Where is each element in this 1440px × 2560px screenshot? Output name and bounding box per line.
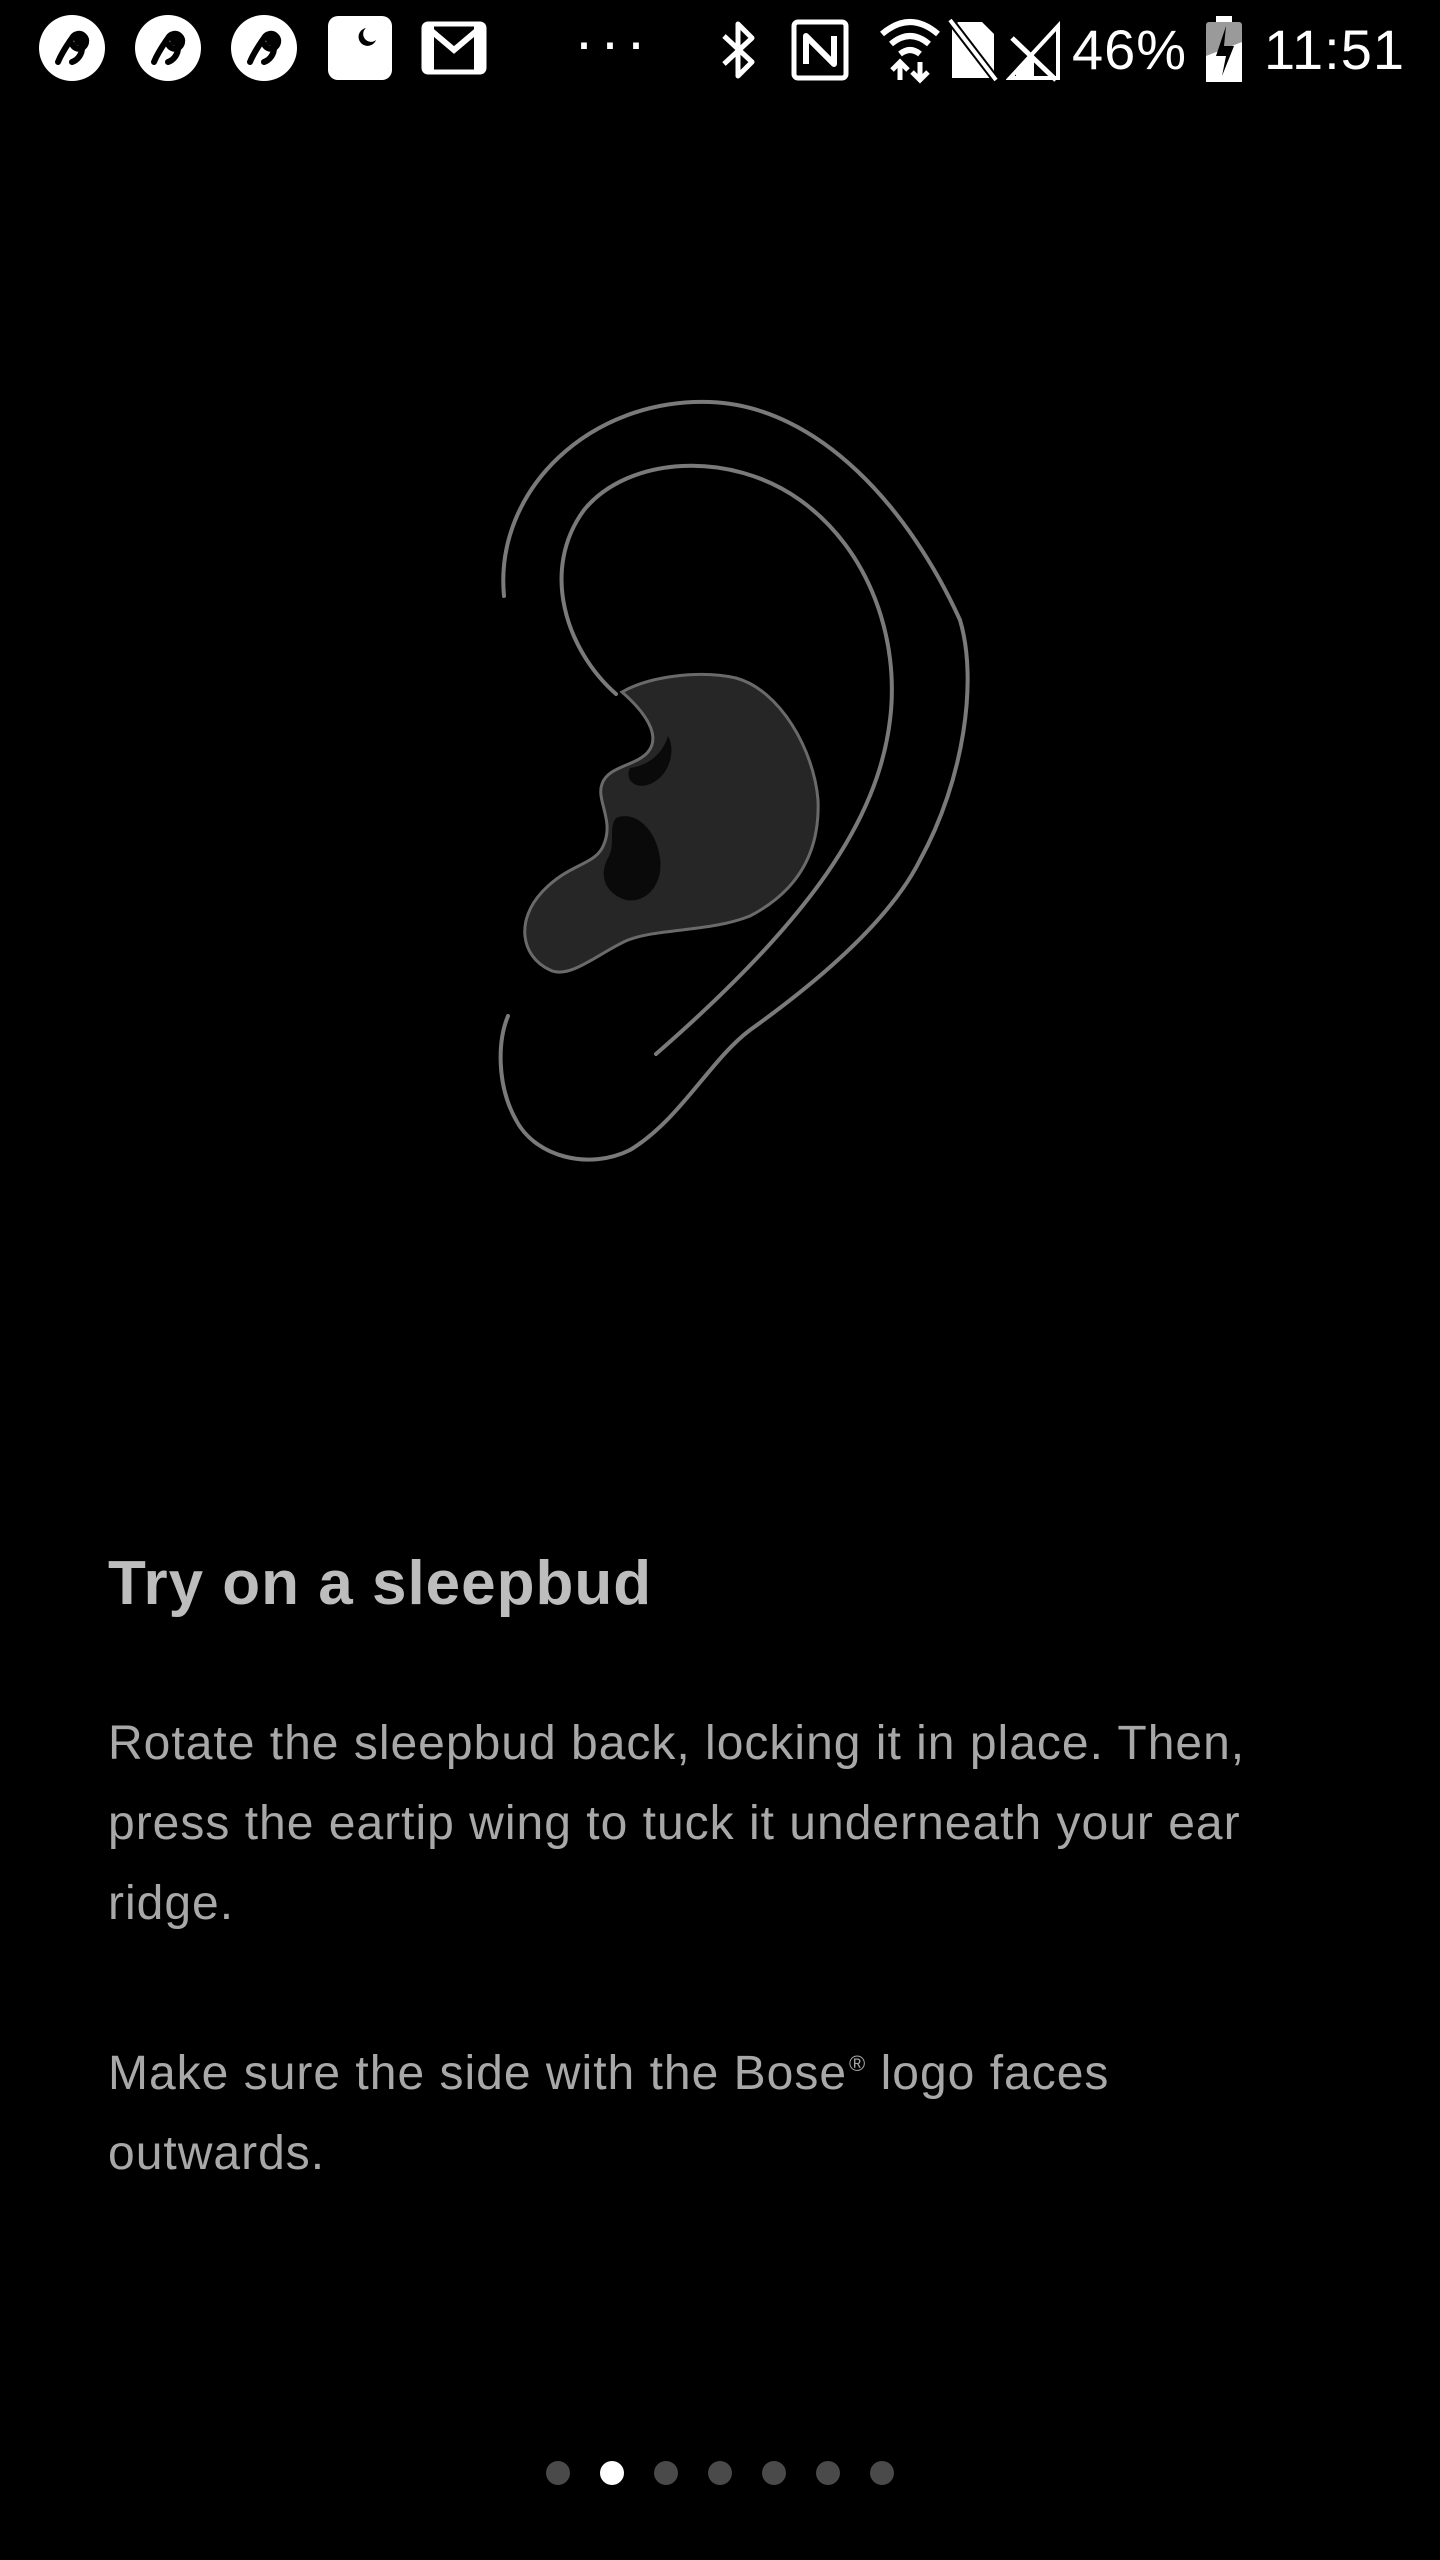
page-dot-active[interactable] [600, 2461, 624, 2485]
page-dot[interactable] [546, 2461, 570, 2485]
battery-icon [1206, 16, 1242, 82]
page-indicator [0, 2458, 1440, 2488]
sleep-mode-icon [328, 16, 392, 80]
instruction-2-text-start: Make sure the side with the Bose [108, 2047, 848, 2100]
sleepbuds-app-icon [39, 15, 105, 81]
sleepbuds-app-icon [231, 15, 297, 81]
page-dot[interactable] [870, 2461, 894, 2485]
ear-illustration [498, 399, 970, 1162]
sleepbud-shape [523, 672, 820, 974]
no-signal-icon [1006, 20, 1060, 82]
sleepbuds-app-icon [135, 15, 201, 81]
page-dot[interactable] [708, 2461, 732, 2485]
clock: 11:51 [1264, 18, 1405, 81]
battery-percent: 46% [1072, 18, 1188, 81]
wifi-icon [880, 19, 940, 84]
onboarding-title: Try on a sleepbud [108, 1549, 653, 1618]
registered-trademark: ® [849, 2051, 867, 2076]
gmail-icon [421, 21, 487, 75]
onboarding-instruction-1: Rotate the sleepbud back, locking it in … [108, 1717, 1246, 1930]
nfc-icon [791, 19, 849, 81]
page-dot[interactable] [762, 2461, 786, 2485]
page-dot[interactable] [654, 2461, 678, 2485]
page-dot[interactable] [816, 2461, 840, 2485]
no-sim-icon [948, 18, 998, 82]
onboarding-instruction-2: Make sure the side with the Bose® logo f… [108, 2024, 1268, 2194]
bluetooth-icon [722, 21, 755, 79]
status-bar: ··· 46% 11:51 [0, 0, 1440, 100]
overflow-indicator: ··· [574, 8, 652, 75]
